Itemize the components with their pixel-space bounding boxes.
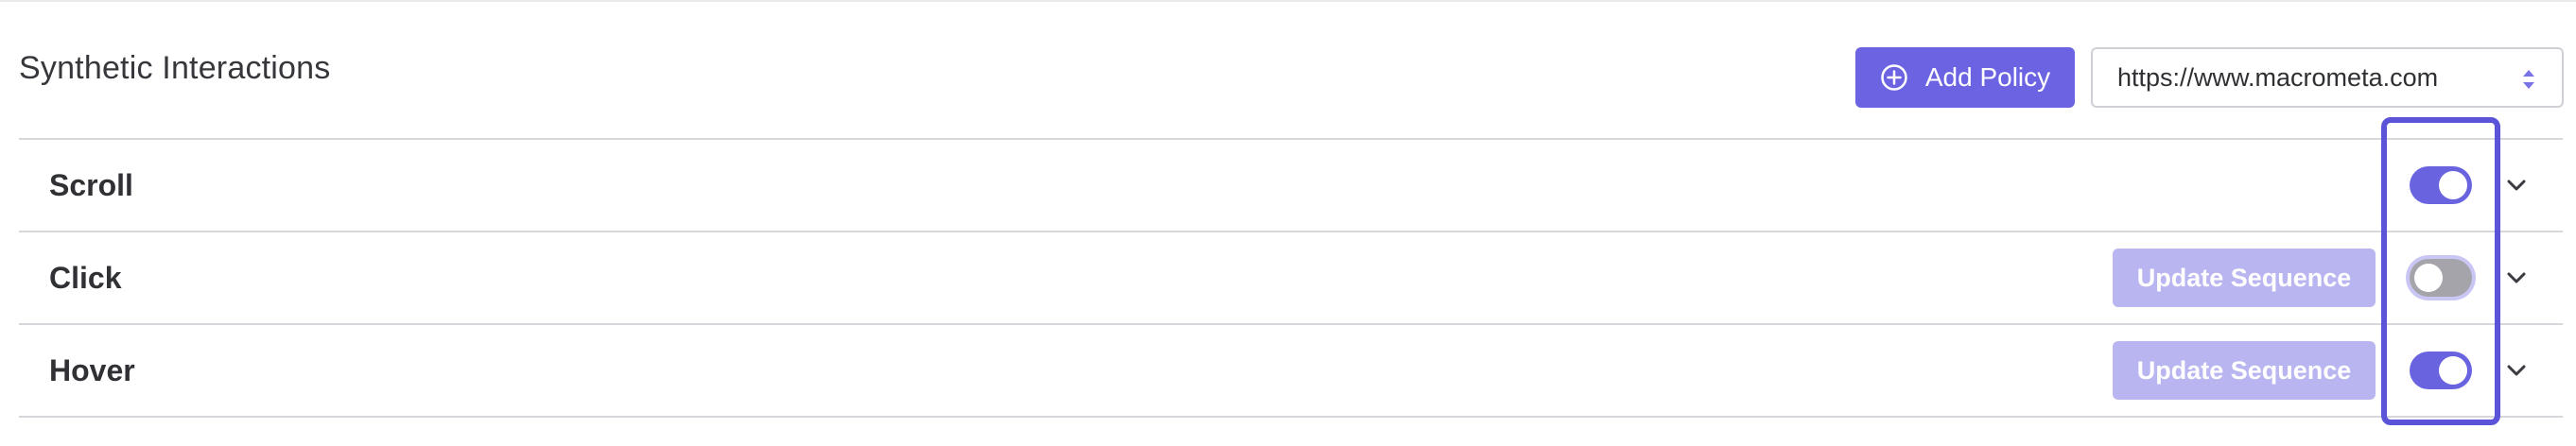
add-policy-label: Add Policy: [1924, 62, 2051, 92]
toggle-knob: [2439, 171, 2467, 199]
toggle-knob: [2439, 356, 2467, 385]
url-select[interactable]: https://www.macrometa.com: [2091, 47, 2564, 108]
row-divider: [19, 138, 2563, 140]
top-divider: [0, 0, 2576, 2]
url-select-value: https://www.macrometa.com: [2117, 62, 2439, 92]
update-sequence-button[interactable]: Update Sequence: [2113, 249, 2376, 307]
chevron-down-icon[interactable]: [2506, 364, 2527, 377]
plus-circle-icon: [1881, 64, 1907, 91]
toggle-knob: [2414, 264, 2443, 292]
row-divider: [19, 323, 2563, 325]
chevron-down-icon[interactable]: [2506, 271, 2527, 284]
interaction-label-click: Click: [49, 261, 122, 295]
row-divider: [19, 231, 2563, 232]
update-sequence-button[interactable]: Update Sequence: [2113, 341, 2376, 400]
hover-toggle[interactable]: [2410, 352, 2472, 389]
row-divider: [19, 416, 2563, 418]
sort-arrows-icon: [2523, 70, 2534, 89]
click-toggle[interactable]: [2410, 259, 2472, 297]
page-title: Synthetic Interactions: [19, 50, 331, 86]
interaction-label-hover: Hover: [49, 353, 135, 387]
scroll-toggle[interactable]: [2410, 166, 2472, 204]
chevron-down-icon[interactable]: [2506, 179, 2527, 192]
interaction-label-scroll: Scroll: [49, 168, 133, 202]
add-policy-button[interactable]: Add Policy: [1855, 47, 2075, 108]
